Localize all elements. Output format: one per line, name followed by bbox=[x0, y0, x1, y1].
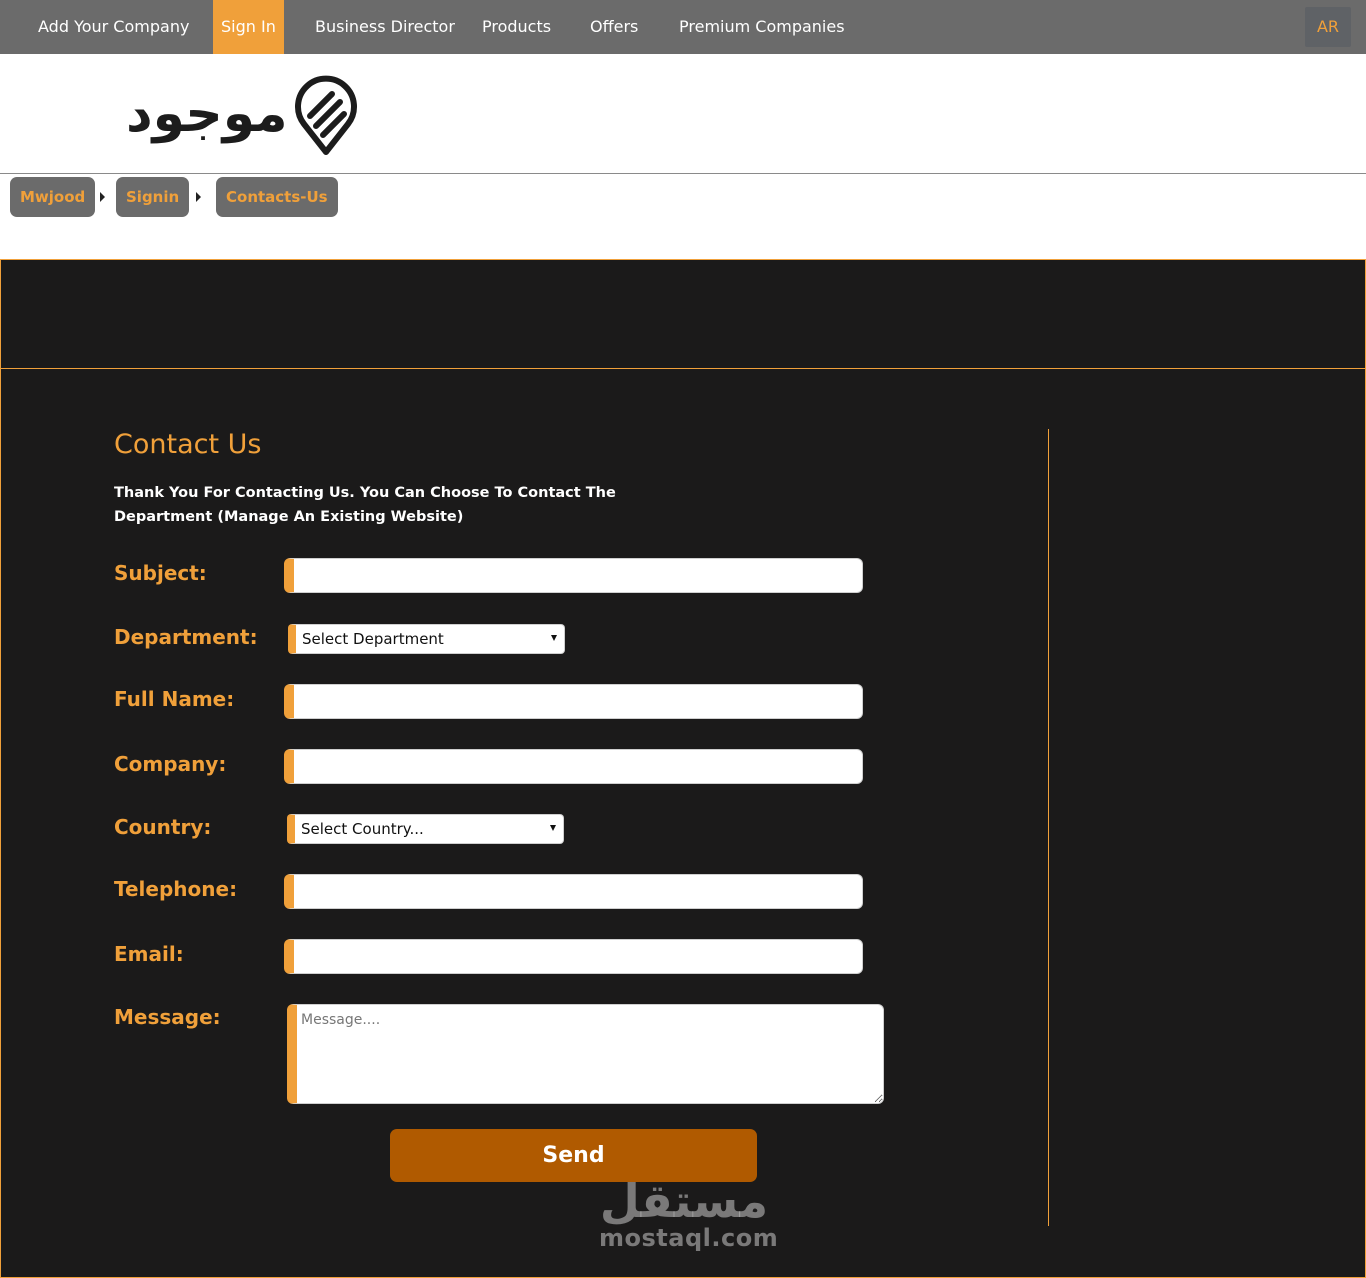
message-label: Message: bbox=[114, 1005, 221, 1029]
nav-premium-companies[interactable]: Premium Companies bbox=[679, 0, 845, 54]
department-select[interactable]: Select Department bbox=[288, 624, 565, 654]
department-select-value: Select Department bbox=[302, 630, 444, 648]
nav-add-your-company[interactable]: Add Your Company bbox=[38, 0, 189, 54]
breadcrumb-separator-icon bbox=[196, 192, 201, 202]
column-divider bbox=[1048, 429, 1049, 1226]
page-title: Contact Us bbox=[114, 429, 262, 460]
full-name-input[interactable] bbox=[284, 684, 863, 719]
breadcrumb-contacts-us[interactable]: Contacts-Us bbox=[216, 177, 338, 217]
language-toggle-button[interactable]: AR bbox=[1305, 7, 1351, 47]
top-navigation: Add Your Company Sign In Business Direct… bbox=[0, 0, 1366, 54]
watermark-arabic: مستقل bbox=[599, 1174, 769, 1228]
chevron-down-icon bbox=[550, 825, 556, 831]
email-input[interactable] bbox=[284, 939, 863, 974]
nav-business-director[interactable]: Business Director bbox=[315, 0, 455, 54]
chevron-down-icon bbox=[551, 635, 557, 641]
breadcrumb-signin[interactable]: Signin bbox=[116, 177, 190, 217]
mostaql-watermark: مستقل mostaql.com bbox=[599, 1174, 779, 1264]
telephone-label: Telephone: bbox=[114, 877, 238, 901]
contact-section: Contact Us Thank You For Contacting Us. … bbox=[0, 369, 1366, 1278]
intro-text: Thank You For Contacting Us. You Can Cho… bbox=[114, 485, 616, 525]
breadcrumb: Mwjood Signin Contacts-Us bbox=[0, 175, 1366, 259]
breadcrumb-separator-icon bbox=[100, 192, 105, 202]
country-select[interactable]: Select Country... bbox=[287, 814, 564, 844]
company-input[interactable] bbox=[284, 749, 863, 784]
watermark-domain: mostaql.com bbox=[599, 1224, 779, 1252]
logo-header: موجود bbox=[0, 54, 1366, 174]
telephone-input[interactable] bbox=[284, 874, 863, 909]
country-label: Country: bbox=[114, 815, 212, 839]
email-label: Email: bbox=[114, 942, 184, 966]
nav-sign-in[interactable]: Sign In bbox=[213, 0, 284, 54]
department-label: Department: bbox=[114, 625, 258, 649]
country-select-value: Select Country... bbox=[301, 820, 424, 838]
breadcrumb-mwjood[interactable]: Mwjood bbox=[10, 177, 96, 217]
logo-wordmark[interactable]: موجود bbox=[126, 84, 288, 144]
nav-products[interactable]: Products bbox=[482, 0, 551, 54]
full-name-label: Full Name: bbox=[114, 687, 235, 711]
page-banner bbox=[0, 259, 1366, 369]
location-pin-logo-icon[interactable] bbox=[290, 72, 362, 156]
company-label: Company: bbox=[114, 752, 227, 776]
nav-offers[interactable]: Offers bbox=[590, 0, 638, 54]
message-textarea[interactable] bbox=[287, 1004, 884, 1104]
subject-input[interactable] bbox=[284, 558, 863, 593]
subject-label: Subject: bbox=[114, 561, 207, 585]
